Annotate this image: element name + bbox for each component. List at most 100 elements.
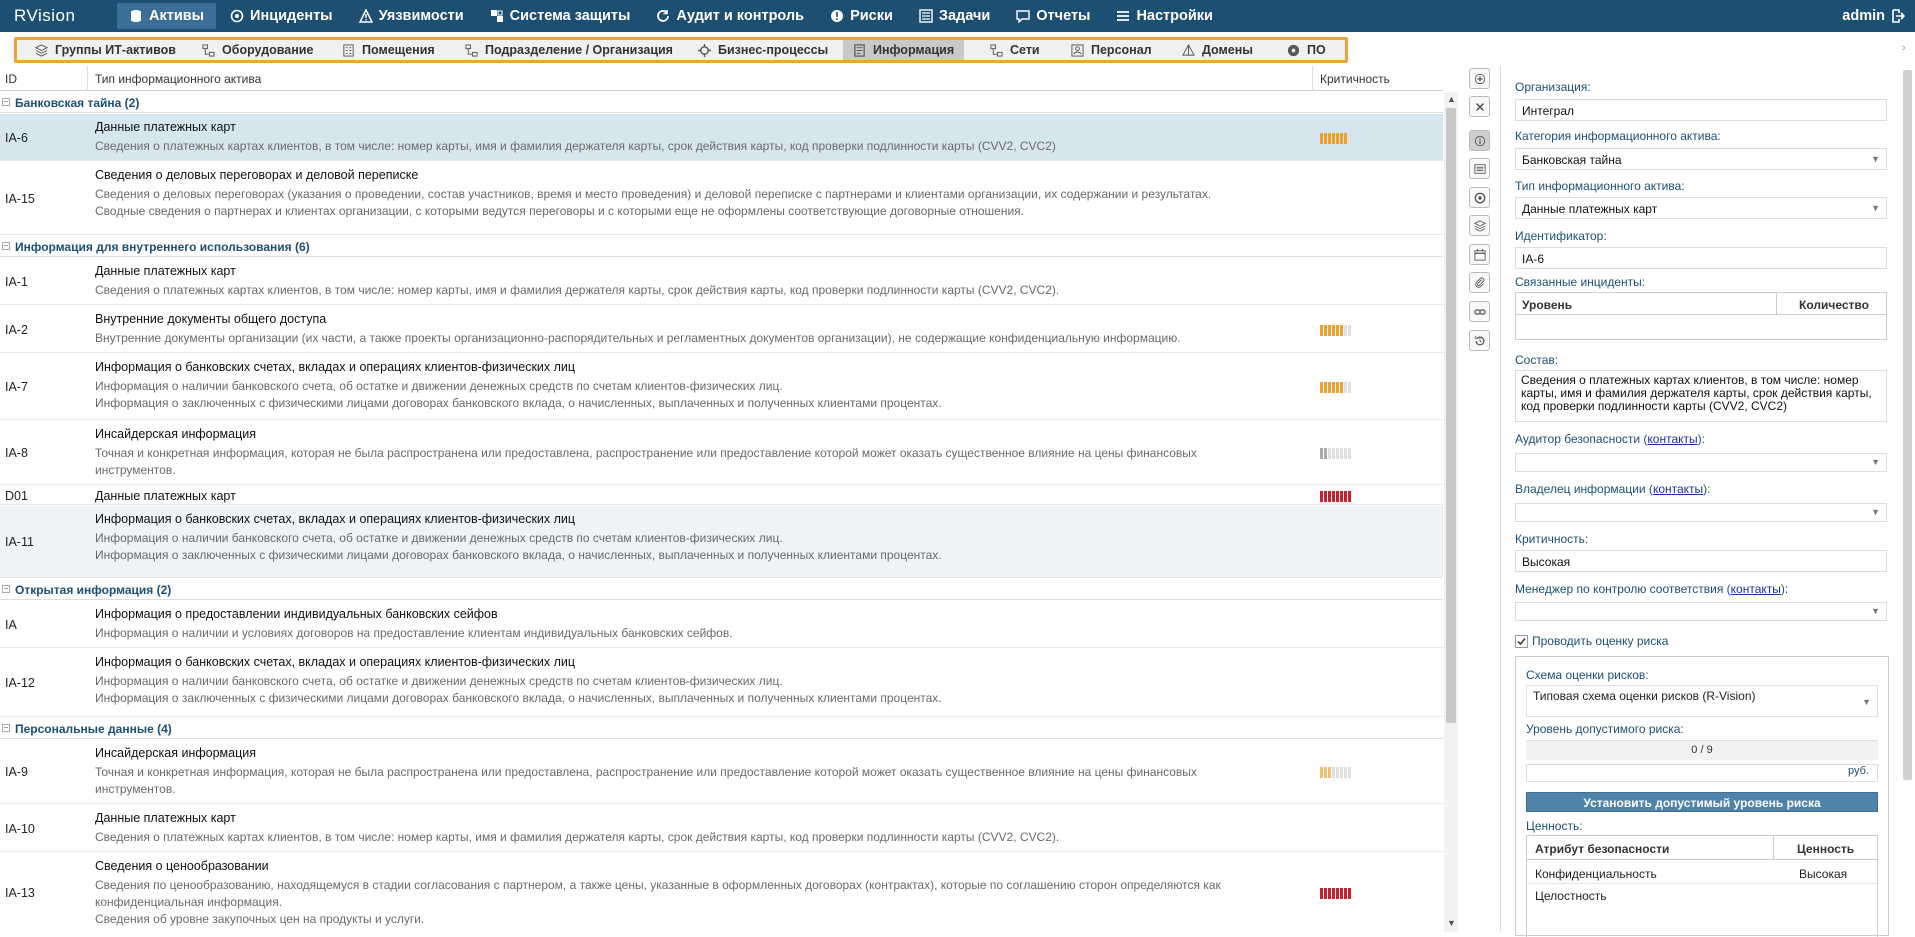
scroll-up-arrow-icon[interactable]: ▲ xyxy=(1447,94,1456,104)
list-scrollbar-thumb[interactable] xyxy=(1446,108,1456,723)
value-row[interactable]: Конфиденциальность Высокая xyxy=(1527,860,1877,884)
nav-item-7[interactable]: Отчеты xyxy=(1004,3,1102,29)
table-row[interactable]: IA-13 Сведения о ценообразовании Сведения … xyxy=(0,853,1443,932)
row-description: Информация о наличии банковского счета, … xyxy=(95,379,783,393)
subtab-5[interactable]: Информация xyxy=(843,40,965,60)
collapse-icon[interactable]: − xyxy=(2,242,10,250)
logout-icon[interactable] xyxy=(1891,9,1905,23)
subtab-1[interactable]: Оборудование xyxy=(192,40,323,60)
close-button[interactable] xyxy=(1469,96,1490,117)
subtab-4[interactable]: Бизнес-процессы xyxy=(688,40,838,60)
value-col-attr[interactable]: Атрибут безопасности xyxy=(1535,842,1669,856)
add-icon xyxy=(1474,73,1486,85)
subtab-3[interactable]: Подразделение / Организация xyxy=(455,40,683,60)
nav-item-3[interactable]: Система защиты xyxy=(478,3,643,29)
row-description: Сводные сведения о партнерах и клиентах … xyxy=(95,204,1024,218)
close-icon xyxy=(1474,101,1486,113)
auditor-select[interactable]: ▼ xyxy=(1515,453,1887,472)
table-row[interactable]: IA-1 Данные платежных карт Сведения о плат… xyxy=(0,258,1443,305)
link-button[interactable] xyxy=(1469,301,1490,322)
collapse-icon[interactable]: − xyxy=(2,585,10,593)
type-select[interactable]: Данные платежных карт ▼ xyxy=(1515,197,1887,219)
info-button[interactable] xyxy=(1469,130,1490,151)
username[interactable]: admin xyxy=(1842,8,1885,24)
user-menu[interactable]: admin xyxy=(1842,0,1905,32)
table-row[interactable]: IA-7 Информация о банковских счетах, вкла… xyxy=(0,354,1443,420)
table-row[interactable]: IA-11 Информация о банковских счетах, вкл… xyxy=(0,506,1443,578)
table-row[interactable]: IA-12 Информация о банковских счетах, вкл… xyxy=(0,649,1443,717)
subtab-9[interactable]: ПО xyxy=(1277,40,1336,60)
auditor-contacts-link[interactable]: контакты xyxy=(1647,432,1697,446)
nav-item-4[interactable]: Аудит и контроль xyxy=(644,3,816,29)
owner-select[interactable]: ▼ xyxy=(1515,503,1887,522)
scheme-select[interactable]: Типовая схема оценки рисков (R-Vision) ▼ xyxy=(1526,685,1878,717)
nav-item-5[interactable]: Риски xyxy=(818,3,905,29)
value-col-value[interactable]: Ценность xyxy=(1797,842,1854,856)
table-row[interactable]: IA-10 Данные платежных карт Сведения о пла… xyxy=(0,805,1443,852)
group-header[interactable]: − Открытая информация (2) xyxy=(0,579,1443,600)
paperclip-button[interactable] xyxy=(1469,272,1490,293)
owner-contacts-link[interactable]: контакты xyxy=(1653,482,1703,496)
set-risk-level-button[interactable]: Установить допустимый уровень риска xyxy=(1526,792,1878,812)
nav-item-label: Активы xyxy=(149,8,205,24)
table-row[interactable]: IA-9 Инсайдерская информация Точная и конк… xyxy=(0,740,1443,804)
row-description: инструментов. xyxy=(95,463,176,477)
nav-item-8[interactable]: Настройки xyxy=(1104,3,1225,29)
collapse-icon[interactable]: − xyxy=(2,724,10,732)
risk-box: Схема оценки рисков: Типовая схема оценк… xyxy=(1515,656,1889,937)
subtab-label: Группы ИТ-активов xyxy=(55,43,176,57)
criticality-field[interactable]: Высокая xyxy=(1515,550,1887,572)
menu-icon xyxy=(1116,9,1130,23)
risk-level-bar[interactable]: 0 / 9 xyxy=(1526,740,1878,760)
building-icon xyxy=(342,43,362,57)
group-header[interactable]: − Банковская тайна (2) xyxy=(0,92,1443,113)
app-logo[interactable]: RVision xyxy=(0,6,110,26)
add-button[interactable] xyxy=(1469,68,1490,89)
nav-item-1[interactable]: Инциденты xyxy=(218,3,345,29)
table-row[interactable]: IA Информация о предоставлении индивидуал… xyxy=(0,601,1443,648)
layers-button[interactable] xyxy=(1469,215,1490,236)
subtab-7[interactable]: Персонал xyxy=(1061,40,1162,60)
identifier-field[interactable]: IA-6 xyxy=(1515,247,1887,269)
nav-item-2[interactable]: Уязвимости xyxy=(347,3,476,29)
group-header[interactable]: − Персональные данные (4) xyxy=(0,718,1443,739)
target-button[interactable] xyxy=(1469,187,1490,208)
risk-amount-input[interactable]: руб. xyxy=(1526,764,1878,782)
col-header-id[interactable]: ID xyxy=(5,72,17,86)
nav-item-0[interactable]: Активы xyxy=(117,3,217,29)
calendar-button[interactable] xyxy=(1469,244,1490,265)
manager-select[interactable]: ▼ xyxy=(1515,602,1887,621)
manager-contacts-link[interactable]: контакты xyxy=(1731,582,1781,596)
nav-item-label: Система защиты xyxy=(509,8,631,24)
incidents-col-level[interactable]: Уровень xyxy=(1522,298,1572,312)
col-header-criticality[interactable]: Критичность xyxy=(1320,72,1390,86)
category-select[interactable]: Банковская тайна ▼ xyxy=(1515,148,1887,170)
collapse-arrow-icon[interactable]: › xyxy=(1902,42,1906,54)
list-button[interactable] xyxy=(1469,158,1490,179)
incidents-col-count[interactable]: Количество xyxy=(1799,298,1869,312)
history-icon xyxy=(1474,335,1486,347)
network-icon xyxy=(990,43,1010,57)
org-field[interactable]: Интеграл xyxy=(1515,99,1887,121)
subtab-6[interactable]: Сети xyxy=(980,40,1050,60)
table-row[interactable]: IA-2 Внутренние документы общего доступа В… xyxy=(0,306,1443,353)
nav-item-6[interactable]: Задачи xyxy=(907,3,1002,29)
group-header[interactable]: − Информация для внутреннего использовани… xyxy=(0,236,1443,257)
panel-scrollbar-thumb[interactable] xyxy=(1903,70,1912,780)
history-button[interactable] xyxy=(1469,330,1490,351)
row-id: IA-6 xyxy=(5,131,28,145)
table-row[interactable]: D01 Данные платежных карт xyxy=(0,486,1443,505)
table-row[interactable]: IA-6 Данные платежных карт Сведения о плат… xyxy=(0,114,1443,161)
row-description: Информация о наличии банковского счета, … xyxy=(95,674,783,688)
collapse-icon[interactable]: − xyxy=(2,98,10,106)
col-header-type[interactable]: Тип информационного актива xyxy=(95,72,261,86)
table-row[interactable]: IA-15 Сведения о деловых переговорах и де… xyxy=(0,162,1443,235)
value-row[interactable]: Целостность xyxy=(1527,884,1877,908)
subtab-2[interactable]: Помещения xyxy=(332,40,445,60)
subtab-0[interactable]: Группы ИТ-активов xyxy=(25,40,186,60)
scroll-down-arrow-icon[interactable]: ▼ xyxy=(1447,918,1456,928)
composition-field[interactable]: Сведения о платежных картах клиентов, в … xyxy=(1515,370,1887,422)
risk-assessment-checkbox[interactable]: Проводить оценку риска xyxy=(1515,634,1668,648)
subtab-8[interactable]: Домены xyxy=(1172,40,1263,60)
table-row[interactable]: IA-8 Инсайдерская информация Точная и конк… xyxy=(0,421,1443,485)
